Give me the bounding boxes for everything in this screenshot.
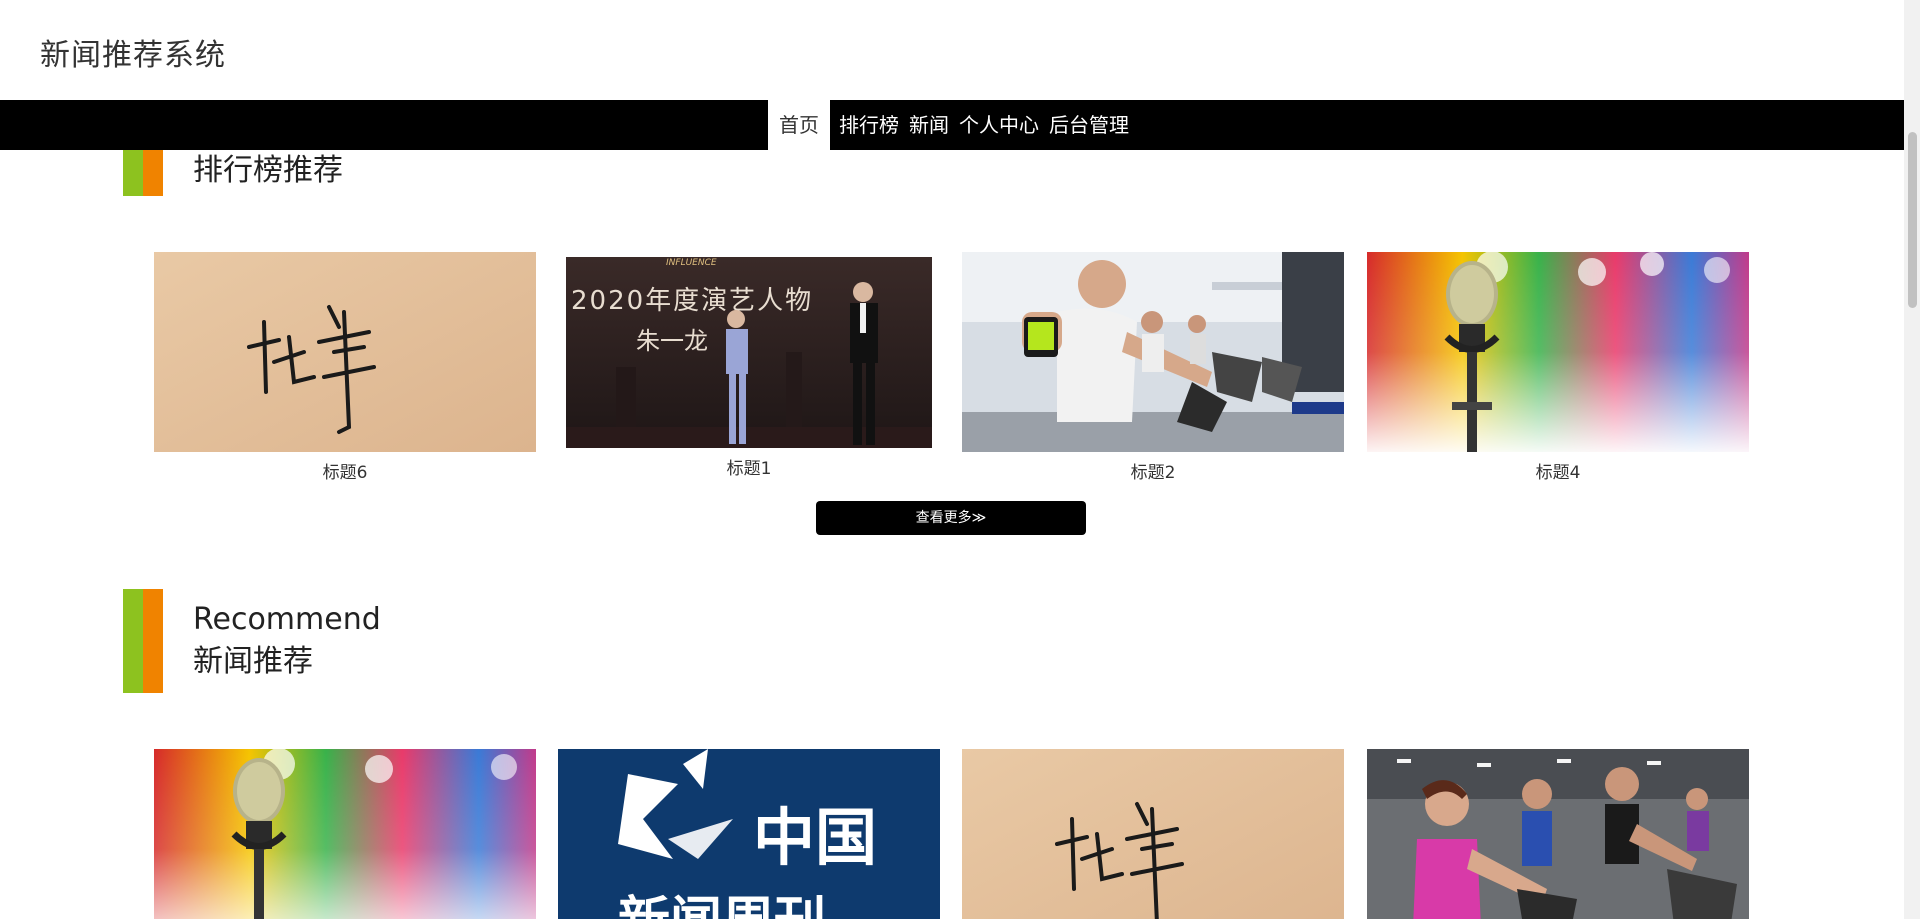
news-card-4[interactable] (1367, 749, 1749, 919)
nav-item-ranking[interactable]: 排行榜 (834, 100, 904, 150)
news-card-2[interactable]: 中国 新闻周刊 (558, 749, 940, 919)
site-title[interactable]: 新闻推荐系统 (40, 30, 226, 74)
heading-accent-green (123, 589, 143, 693)
card-title[interactable]: 标题6 (154, 458, 536, 483)
news-heading-en: Recommend (193, 602, 381, 637)
card-title[interactable]: 标题1 (566, 454, 932, 479)
nav-item-news[interactable]: 新闻 (904, 100, 954, 150)
news-heading-cn: 新闻推荐 (193, 644, 313, 679)
ranking-card-2[interactable]: INFLUENCE 2020年度演艺人物 朱一龙 标题1 (566, 257, 932, 479)
card-title[interactable]: 标题2 (962, 458, 1344, 483)
gym-fitness-image[interactable] (1367, 749, 1749, 919)
heading-accent-orange (143, 589, 163, 693)
microphone-stage-image[interactable] (1367, 252, 1749, 452)
gym-cycling-image[interactable] (962, 252, 1344, 452)
calligraphy-story-image[interactable] (962, 749, 1344, 919)
news-heading-text: Recommend 新闻推荐 (193, 589, 381, 693)
main-nav: 首页 排行榜 新闻 个人中心 后台管理 (0, 100, 1904, 150)
news-section-heading: Recommend 新闻推荐 (123, 589, 381, 693)
ranking-card-1[interactable]: 标题6 (154, 252, 536, 483)
card-title[interactable]: 标题4 (1367, 458, 1749, 483)
china-news-weekly-image[interactable]: 中国 新闻周刊 (558, 749, 940, 919)
ranking-card-4[interactable]: 标题4 (1367, 252, 1749, 483)
news-card-1[interactable] (154, 749, 536, 919)
nav-item-admin[interactable]: 后台管理 (1044, 100, 1134, 150)
scrollbar-thumb[interactable] (1908, 132, 1917, 308)
nav-item-profile[interactable]: 个人中心 (954, 100, 1044, 150)
nav-item-home[interactable]: 首页 (768, 100, 830, 150)
heading-accent-green (123, 145, 143, 196)
ranking-card-3[interactable]: 标题2 (962, 252, 1344, 483)
view-more-button[interactable]: 查看更多≫ (816, 501, 1086, 535)
image-name-text: 朱一龙 (636, 327, 708, 355)
ranking-section-heading: 排行榜推荐 (123, 145, 343, 196)
ranking-heading-text: 排行榜推荐 (193, 152, 343, 188)
page-scrollbar[interactable] (1904, 0, 1920, 919)
image-china-text: 中国 (753, 801, 877, 874)
heading-accent-orange (143, 145, 163, 196)
image-caption-text: 2020年度演艺人物 (571, 286, 813, 316)
page: 新闻推荐系统 首页 排行榜 新闻 个人中心 后台管理 排行榜推荐 标题6 INF… (0, 0, 1920, 919)
news-card-3[interactable] (962, 749, 1344, 919)
award-ceremony-image[interactable]: INFLUENCE 2020年度演艺人物 朱一龙 (566, 257, 932, 448)
image-influence-text: INFLUENCE (666, 258, 717, 268)
microphone-stage-image[interactable] (154, 749, 536, 919)
image-weekly-text: 新闻周刊 (618, 892, 826, 919)
site-header: 新闻推荐系统 (0, 0, 1904, 100)
calligraphy-story-image[interactable] (154, 252, 536, 452)
